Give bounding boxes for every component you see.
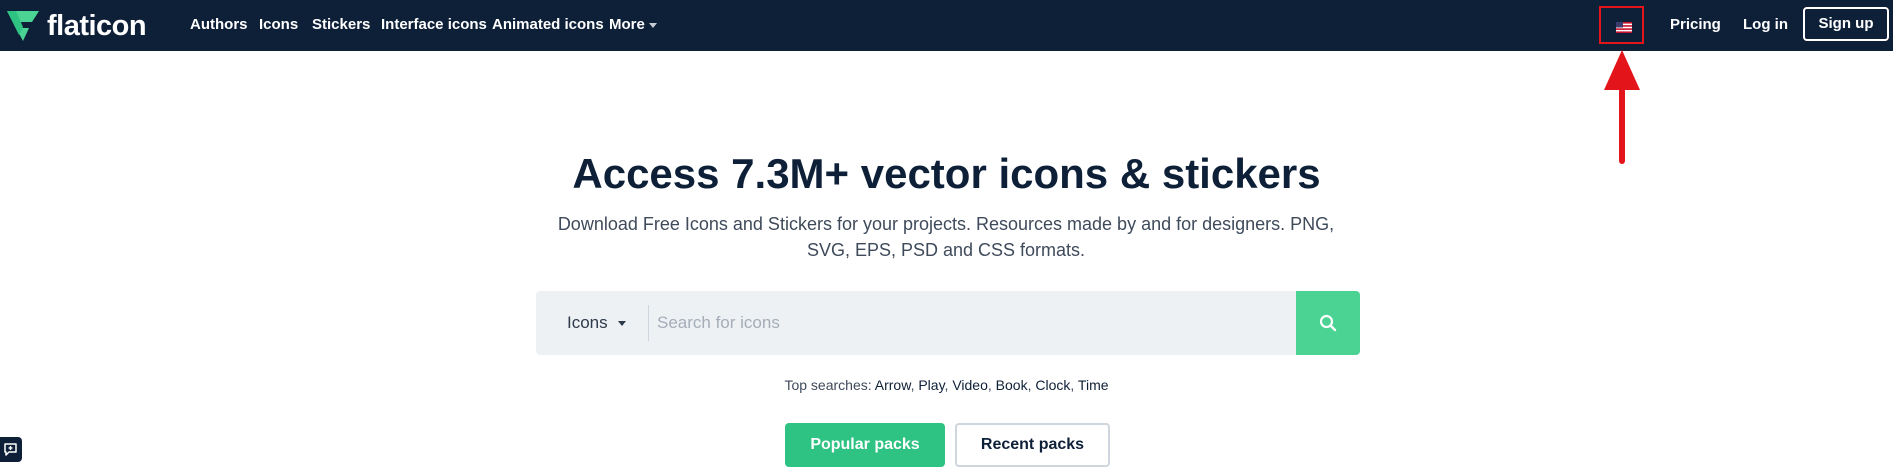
top-searches-label: Top searches: <box>784 377 872 393</box>
flaticon-logo-icon <box>7 11 39 41</box>
search-divider <box>648 305 649 341</box>
popular-packs-button[interactable]: Popular packs <box>785 423 945 467</box>
feedback-button[interactable] <box>0 437 22 462</box>
search-bar: Icons <box>536 291 1360 355</box>
search-button[interactable] <box>1296 291 1360 355</box>
nav-icons[interactable]: Icons <box>259 0 298 51</box>
top-search-clock[interactable]: Clock <box>1035 377 1070 393</box>
nav-authors[interactable]: Authors <box>190 0 248 51</box>
hero-subtitle: Download Free Icons and Stickers for you… <box>557 214 1335 260</box>
search-icon <box>1319 314 1337 332</box>
top-search-arrow[interactable]: Arrow <box>875 377 911 393</box>
top-search-book[interactable]: Book <box>996 377 1028 393</box>
brand-name: flaticon <box>47 10 147 42</box>
nav-stickers[interactable]: Stickers <box>312 0 370 51</box>
feedback-icon <box>4 443 17 456</box>
nav-more-label: More <box>609 16 645 33</box>
search-input[interactable] <box>657 291 1227 355</box>
recent-packs-button[interactable]: Recent packs <box>955 423 1110 467</box>
top-search-time[interactable]: Time <box>1078 377 1109 393</box>
language-selector[interactable] <box>1599 6 1644 44</box>
top-navbar: flaticon Authors Icons Stickers Interfac… <box>0 0 1893 51</box>
nav-interface-icons[interactable]: Interface icons <box>381 0 487 51</box>
nav-animated-icons[interactable]: Animated icons <box>492 0 604 51</box>
nav-more[interactable]: More <box>609 0 657 51</box>
chevron-down-icon <box>618 321 626 326</box>
top-search-play[interactable]: Play <box>918 377 944 393</box>
login-link[interactable]: Log in <box>1743 0 1788 51</box>
top-searches: Top searches: Arrow, Play, Video, Book, … <box>784 377 1109 393</box>
hero-title: Access 7.3M+ vector icons & stickers <box>572 150 1321 197</box>
nav-pricing[interactable]: Pricing <box>1670 0 1721 51</box>
signup-button[interactable]: Sign up <box>1803 7 1889 41</box>
search-category-label: Icons <box>567 313 608 332</box>
us-flag-icon <box>1616 22 1632 33</box>
flaticon-logo[interactable]: flaticon <box>5 8 147 44</box>
search-category-dropdown[interactable]: Icons <box>536 291 649 355</box>
top-search-video[interactable]: Video <box>952 377 988 393</box>
chevron-down-icon <box>648 22 657 28</box>
